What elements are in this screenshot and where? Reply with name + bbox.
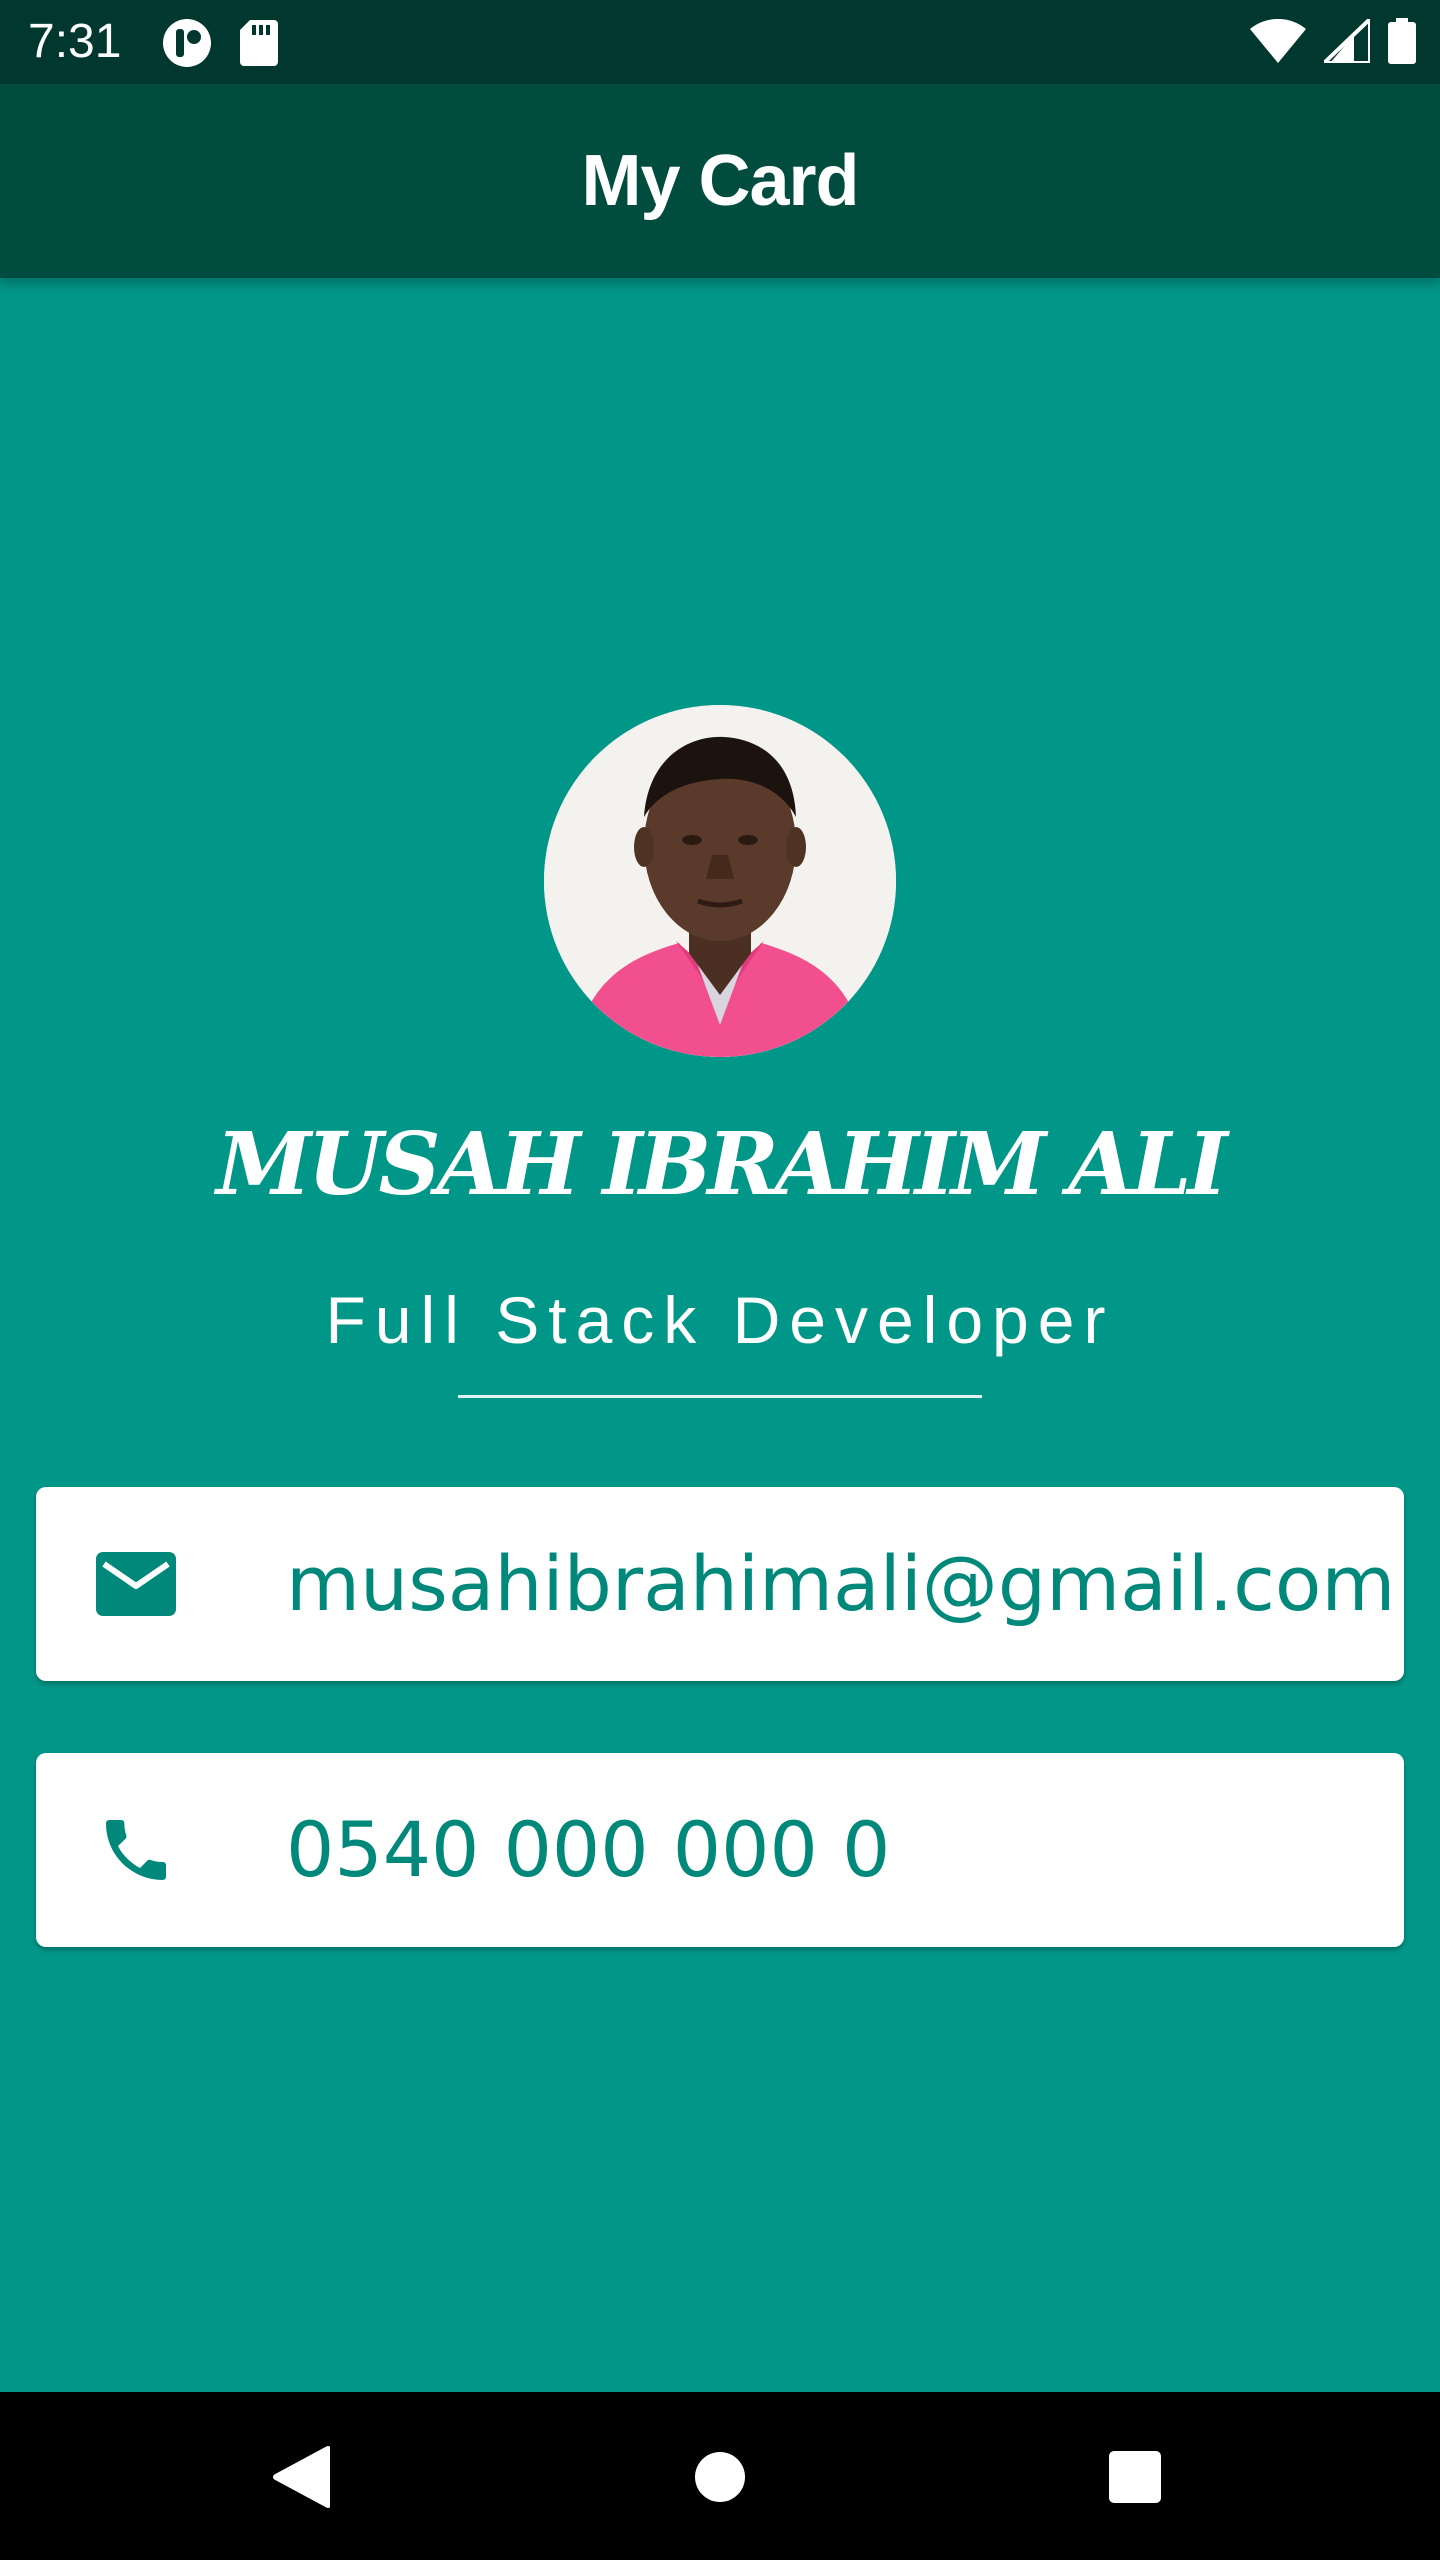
home-icon bbox=[695, 2452, 745, 2502]
recents-icon bbox=[1109, 2451, 1161, 2503]
battery-icon bbox=[1388, 18, 1416, 64]
divider bbox=[458, 1395, 982, 1398]
app-title: My Card bbox=[581, 141, 859, 221]
notification-app-icon bbox=[163, 19, 211, 67]
profile-photo bbox=[544, 705, 896, 1057]
email-text: musahibrahimali@gmail.com bbox=[286, 1539, 1396, 1628]
wifi-icon bbox=[1250, 19, 1306, 63]
profile-name: MUSAH IBRAHIM ALI bbox=[216, 1114, 1227, 1215]
status-bar: 7:31 bbox=[0, 0, 1440, 84]
home-button[interactable] bbox=[675, 2432, 765, 2522]
profile-avatar bbox=[544, 705, 896, 1057]
app-bar: My Card bbox=[0, 84, 1440, 278]
status-left-icons bbox=[162, 18, 278, 68]
phone-icon bbox=[106, 1820, 166, 1880]
back-button[interactable] bbox=[255, 2432, 345, 2522]
recents-button[interactable] bbox=[1090, 2432, 1180, 2522]
email-icon bbox=[96, 1552, 176, 1616]
signal-icon bbox=[1324, 19, 1370, 63]
status-time: 7:31 bbox=[28, 15, 122, 68]
navigation-bar bbox=[0, 2392, 1440, 2560]
email-card[interactable]: musahibrahimali@gmail.com bbox=[36, 1487, 1404, 1681]
back-icon bbox=[273, 2446, 330, 2508]
app-screen: 7:31 My Card MUSAH IBRAHIM ALI Full Stac… bbox=[0, 0, 1440, 2560]
phone-text: 0540 000 000 0 bbox=[286, 1805, 891, 1894]
status-right-icons bbox=[1250, 18, 1416, 64]
profile-title: Full Stack Developer bbox=[325, 1283, 1115, 1357]
phone-card[interactable]: 0540 000 000 0 bbox=[36, 1753, 1404, 1947]
sd-card-icon bbox=[240, 20, 278, 66]
